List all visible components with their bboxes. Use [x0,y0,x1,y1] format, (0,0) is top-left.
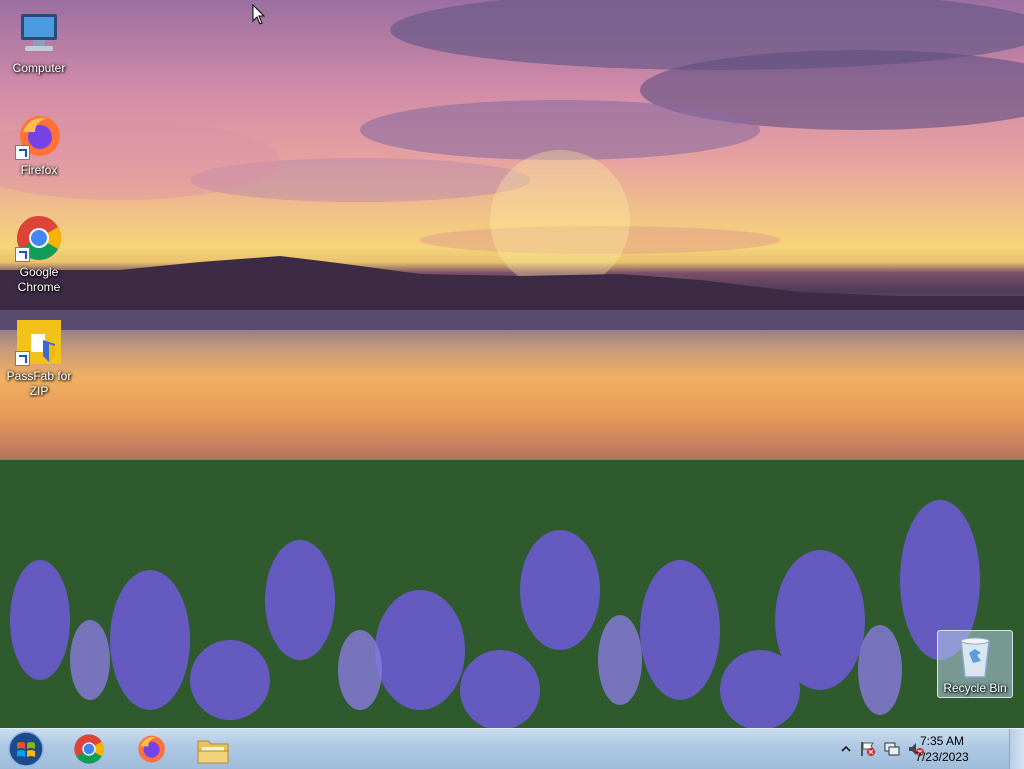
wildflower-meadow [0,460,1024,728]
desktop-icon-label: Recycle Bin [943,681,1007,695]
desktop-icon-label: PassFab for ZIP [6,369,72,398]
firefox-icon [15,112,63,160]
chrome-icon [15,214,63,262]
mountain-range [0,256,1024,330]
windows-start-icon [8,731,44,767]
desktop-icon-label: Firefox [20,163,58,177]
mouse-cursor-icon [252,4,266,25]
action-center-flag-icon[interactable] [860,741,876,757]
desktop-icon-computer[interactable]: Computer [2,10,76,76]
desktop-icon-label: Google Chrome [17,265,61,294]
desktop-icon-google-chrome[interactable]: Google Chrome [2,214,76,295]
network-icon[interactable] [884,741,900,757]
desktop-background[interactable]: Computer Firefox Google Chrome PassFab f… [0,0,1024,728]
shortcut-arrow-icon [15,351,30,366]
desktop-icon-firefox[interactable]: Firefox [2,112,76,178]
taskbar-explorer-button[interactable] [186,731,240,767]
start-button[interactable] [2,731,50,767]
recycle-bin-icon [955,635,995,679]
clock-time[interactable]: 7:35 AM [902,734,982,748]
clock-date[interactable]: 7/23/2023 [902,750,982,764]
shortcut-arrow-icon [15,247,30,262]
shortcut-arrow-icon [15,145,30,160]
taskbar-firefox-button[interactable] [124,731,178,767]
desktop-icon-passfab-for-zip[interactable]: PassFab for ZIP [2,318,76,399]
firefox-icon [138,735,165,763]
show-desktop-button[interactable] [1009,729,1024,769]
desktop-icon-label: Computer [12,61,66,75]
system-tray: 7:35 AM 7/23/2023 [834,729,1024,769]
desktop-icon-recycle-bin[interactable]: Recycle Bin [937,630,1013,698]
show-hidden-icons-chevron[interactable] [838,741,854,757]
taskbar: 7:35 AM 7/23/2023 [0,728,1024,769]
passfab-zip-icon [15,318,63,366]
folder-icon [197,740,229,764]
taskbar-chrome-button[interactable] [62,731,116,767]
computer-icon [15,10,63,58]
chrome-icon [74,734,104,764]
